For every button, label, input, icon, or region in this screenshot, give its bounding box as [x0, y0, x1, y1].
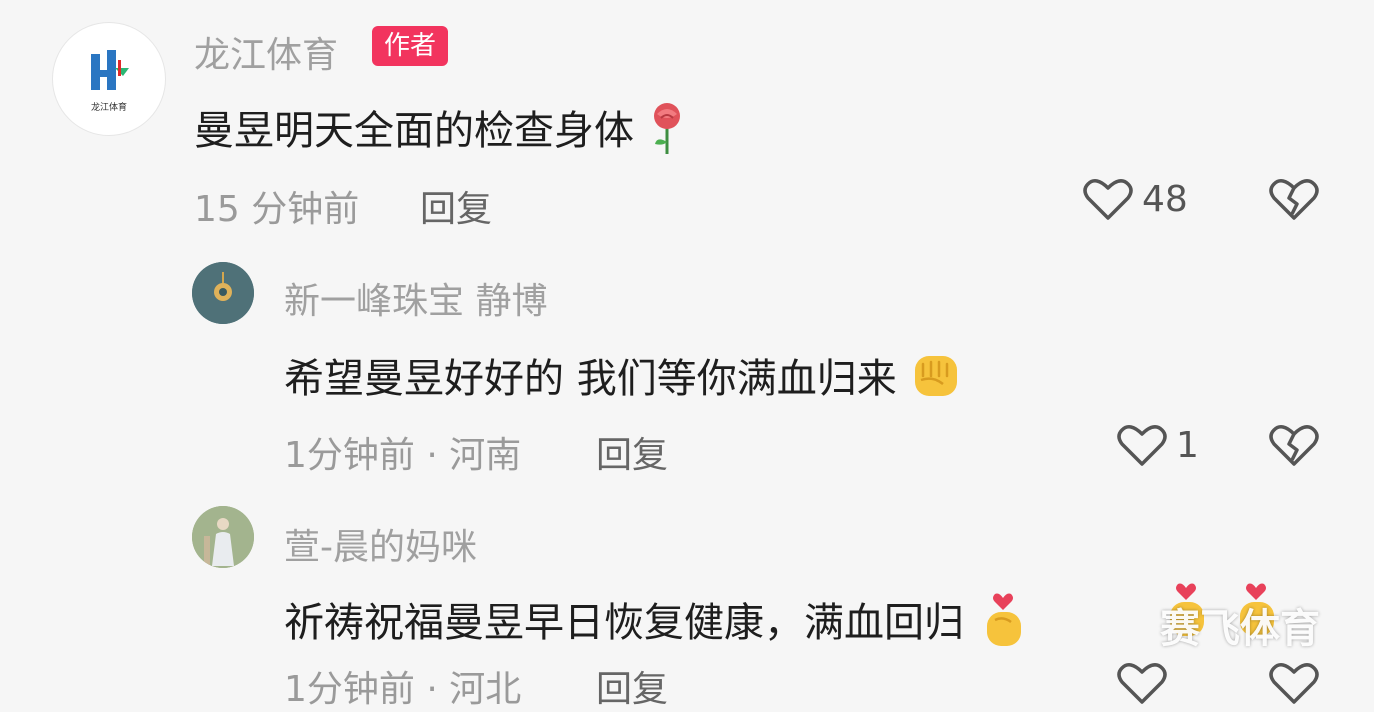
- author-name[interactable]: 龙江体育: [194, 26, 338, 78]
- watermark: 赛飞体育: [1160, 606, 1320, 652]
- reply-button[interactable]: 回复: [596, 660, 668, 712]
- comment-text: 祈祷祝福曼昱早日恢复健康，满血回归: [284, 600, 964, 646]
- author-badge: 作者: [372, 26, 449, 66]
- fist-icon: [909, 350, 963, 412]
- jewelry-icon: [192, 262, 254, 324]
- comment-text: 曼昱明天全面的检查身体: [194, 108, 634, 154]
- dislike-icon[interactable]: [1268, 422, 1320, 468]
- rose-icon: [647, 100, 687, 166]
- heart-icon[interactable]: [1116, 660, 1168, 706]
- like-button[interactable]: 48: [1082, 176, 1188, 222]
- comment-time: 1分钟前 · 河北: [284, 669, 522, 710]
- comment-text: 希望曼昱好好的 我们等你满血归来: [284, 356, 897, 402]
- finger-heart-icon: [977, 590, 1029, 660]
- logo-text: 龙江体育: [90, 102, 127, 113]
- like-count: 48: [1142, 178, 1188, 220]
- author-name[interactable]: 萱-晨的妈咪: [284, 518, 477, 570]
- logo-icon: [91, 49, 129, 90]
- person-photo-icon: [192, 506, 254, 568]
- avatar[interactable]: [192, 262, 254, 324]
- like-count: 1: [1176, 424, 1199, 466]
- avatar[interactable]: 龙江体育: [52, 22, 166, 136]
- comment-text-row: 曼昱明天全面的检查身体: [194, 98, 687, 166]
- dislike-icon[interactable]: [1268, 660, 1320, 706]
- dislike-icon[interactable]: [1268, 176, 1320, 222]
- avatar[interactable]: [192, 506, 254, 568]
- reply-button[interactable]: 回复: [420, 180, 492, 232]
- heart-icon: [1082, 176, 1134, 222]
- comment-text-row: 祈祷祝福曼昱早日恢复健康，满血回归: [284, 590, 1029, 660]
- comment-time: 15 分钟前: [194, 189, 360, 230]
- author-name[interactable]: 新一峰珠宝 静博: [284, 272, 547, 324]
- comment-text-row: 希望曼昱好好的 我们等你满血归来: [284, 346, 963, 412]
- heart-icon: [1116, 422, 1168, 468]
- like-button[interactable]: 1: [1116, 422, 1199, 468]
- comment-time: 1分钟前 · 河南: [284, 435, 522, 476]
- reply-button[interactable]: 回复: [596, 426, 668, 478]
